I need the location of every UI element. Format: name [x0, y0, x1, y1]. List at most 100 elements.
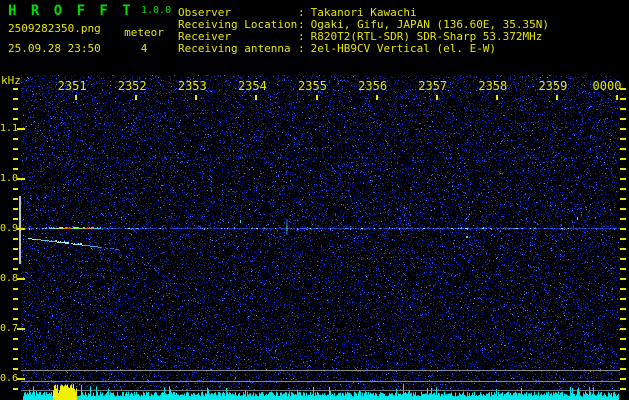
time-label: 2359 — [538, 79, 568, 93]
colon: : — [298, 30, 305, 43]
freq-tick-right — [620, 97, 626, 100]
freq-minor-tick — [13, 238, 18, 241]
time-tick — [315, 95, 318, 100]
freq-minor-tick — [13, 167, 18, 170]
freq-tick-right — [620, 167, 626, 170]
time-label: 2353 — [177, 79, 207, 93]
colon: : — [298, 6, 305, 19]
info-label: Receiving Location — [178, 18, 298, 31]
spectrogram-canvas — [21, 75, 620, 400]
time-label: 0000 — [592, 79, 622, 93]
freq-tick-right — [620, 238, 626, 241]
freq-label: 0.6 — [0, 373, 19, 385]
freq-minor-tick — [13, 308, 18, 311]
time-tick — [255, 95, 258, 100]
time-label: 2352 — [117, 79, 147, 93]
info-value: 2el-HB9CV Vertical (el. E-W) — [310, 42, 497, 55]
freq-tick-right — [620, 328, 626, 331]
info-row-antenna: Receiving antenna:2el-HB9CV Vertical (el… — [178, 42, 497, 55]
time-label: 2356 — [358, 79, 388, 93]
freq-major-tick — [17, 127, 25, 130]
freq-minor-tick — [13, 368, 18, 371]
mode-label: meteor — [124, 26, 164, 39]
freq-minor-tick — [13, 298, 18, 301]
freq-tick-right — [620, 137, 626, 140]
info-row-receiver: Receiver: R820T2(RTL-SDR) SDR-Sharp 53.37… — [178, 30, 543, 43]
freq-minor-tick — [13, 388, 18, 391]
freq-tick-right — [620, 318, 626, 321]
freq-tick-right — [620, 308, 626, 311]
time-tick — [375, 95, 378, 100]
freq-tick-right — [620, 358, 626, 361]
freq-minor-tick — [13, 288, 18, 291]
freq-minor-tick — [13, 318, 18, 321]
freq-label: 0.7 — [0, 323, 19, 335]
freq-tick-right — [620, 197, 626, 200]
freq-tick-right — [620, 248, 626, 251]
freq-tick-right — [620, 217, 626, 220]
info-label: Receiving antenna — [178, 42, 291, 55]
time-label: 2358 — [478, 79, 508, 93]
info-row-observer: Observer: Takanori Kawachi — [178, 6, 417, 19]
time-tick — [435, 95, 438, 100]
freq-minor-tick — [13, 197, 18, 200]
freq-tick-right — [620, 278, 626, 281]
freq-tick-right — [620, 298, 626, 301]
freq-tick-right — [620, 207, 626, 210]
freq-major-tick — [17, 278, 25, 281]
freq-tick-right — [620, 87, 626, 90]
freq-tick-right — [620, 388, 626, 391]
freq-label: 1.0 — [0, 172, 19, 184]
freq-tick-right — [620, 338, 626, 341]
freq-tick-right — [620, 288, 626, 291]
file-name: 2509282350.png — [8, 22, 101, 35]
freq-tick-right — [620, 177, 626, 180]
freq-major-tick — [17, 328, 25, 331]
freq-tick-right — [620, 368, 626, 371]
freq-minor-tick — [13, 248, 18, 251]
time-tick — [495, 95, 498, 100]
freq-tick-right — [620, 228, 626, 230]
app-title: H R O F F T — [8, 3, 134, 19]
freq-major-tick — [17, 177, 25, 180]
freq-tick-right — [620, 258, 626, 261]
time-label: 2354 — [237, 79, 267, 93]
freq-tick-right — [620, 117, 626, 120]
freq-label: 0.9 — [0, 223, 19, 234]
freq-tick-right — [620, 378, 626, 381]
time-label: 2357 — [418, 79, 448, 93]
info-value: Ogaki, Gifu, JAPAN (136.60E, 35.35N) — [310, 18, 550, 31]
frequency-unit-label: kHz — [1, 74, 21, 87]
freq-tick-right — [620, 187, 626, 190]
freq-minor-tick — [13, 338, 18, 341]
info-row-location: Receiving Location: Ogaki, Gifu, JAPAN (1… — [178, 18, 550, 31]
counting-band-marker — [19, 196, 21, 265]
info-label: Receiver — [178, 30, 231, 43]
info-label: Observer — [178, 6, 231, 19]
info-value: R820T2(RTL-SDR) SDR-Sharp 53.372MHz — [310, 30, 543, 43]
time-label: 2351 — [57, 79, 87, 93]
meteor-count: 4 — [140, 42, 148, 55]
freq-minor-tick — [13, 187, 18, 190]
freq-minor-tick — [13, 268, 18, 271]
freq-tick-right — [620, 268, 626, 271]
time-tick — [195, 95, 198, 100]
time-label: 2355 — [298, 79, 327, 93]
time-tick — [555, 95, 558, 100]
hrofft-screen: H R O F F T 1.0.0 2509282350.png meteor … — [0, 0, 629, 400]
freq-minor-tick — [13, 348, 18, 351]
time-tick — [616, 95, 618, 100]
freq-tick-right — [620, 147, 626, 150]
freq-minor-tick — [13, 147, 18, 150]
freq-minor-tick — [13, 358, 18, 361]
freq-major-tick — [17, 228, 25, 230]
freq-minor-tick — [13, 117, 18, 120]
freq-tick-right — [620, 107, 626, 110]
time-tick — [75, 95, 78, 100]
freq-minor-tick — [13, 258, 18, 261]
freq-label: 1.1 — [0, 122, 19, 134]
freq-minor-tick — [13, 157, 18, 160]
freq-major-tick — [17, 378, 25, 381]
info-value: Takanori Kawachi — [310, 6, 417, 19]
freq-tick-right — [620, 157, 626, 160]
